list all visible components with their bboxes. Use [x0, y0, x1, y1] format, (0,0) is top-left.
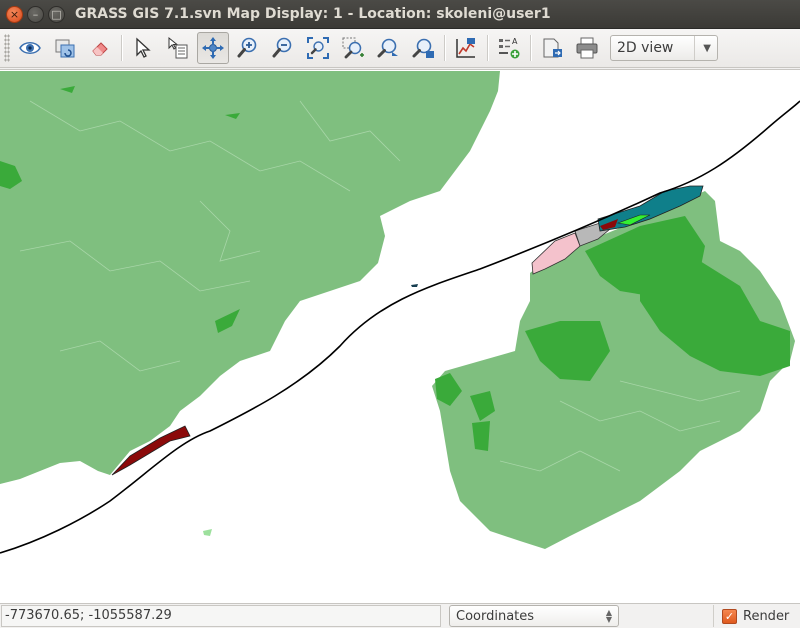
land-area-north	[0, 71, 500, 484]
pointer-icon	[136, 37, 151, 58]
render-map-button[interactable]	[49, 32, 81, 64]
map-canvas[interactable]	[0, 69, 800, 603]
zoom-back-icon	[377, 38, 398, 58]
map-toolbar: A 2D view ▼	[0, 29, 800, 68]
statusbar-mode-value: Coordinates	[456, 608, 535, 624]
view-mode-select[interactable]: 2D view ▼	[610, 35, 718, 61]
svg-text:A: A	[512, 37, 518, 46]
render-toggle[interactable]: ✓ Render	[713, 605, 789, 627]
save-image-button[interactable]	[536, 32, 568, 64]
chevron-down-icon: ▼	[694, 36, 711, 60]
zoom-out-icon	[272, 37, 292, 58]
toolbar-separator	[121, 35, 122, 61]
zoom-out-button[interactable]	[267, 32, 299, 64]
zoom-in-icon	[237, 37, 257, 58]
window-title: GRASS GIS 7.1.svn Map Display: 1 - Locat…	[75, 6, 551, 22]
coordinates-display: -773670.65; -1055587.29	[1, 605, 441, 627]
spin-arrows-icon: ▲ ▼	[605, 608, 612, 624]
analyze-button[interactable]	[450, 32, 482, 64]
pointer-button[interactable]	[127, 32, 159, 64]
query-button[interactable]	[162, 32, 194, 64]
zoom-region-icon	[342, 37, 364, 59]
render-label: Render	[743, 608, 790, 624]
display-map-button[interactable]	[14, 32, 46, 64]
status-bar: -773670.65; -1055587.29 Coordinates ▲ ▼ ✓…	[0, 603, 800, 628]
overlay-icon: A	[499, 37, 520, 59]
small-islet	[411, 284, 418, 287]
zoom-region-button[interactable]	[337, 32, 369, 64]
eye-icon	[19, 42, 41, 54]
printer-icon	[576, 37, 598, 59]
statusbar-mode-select[interactable]: Coordinates ▲ ▼	[449, 605, 619, 627]
land-patch	[203, 529, 212, 536]
analyze-icon	[456, 38, 475, 58]
toolbar-grip[interactable]	[4, 34, 10, 62]
zoom-extent-button[interactable]	[302, 32, 334, 64]
zoom-in-button[interactable]	[232, 32, 264, 64]
window-close-button[interactable]: ×	[6, 5, 23, 23]
pan-button[interactable]	[197, 32, 229, 64]
zoom-extent-icon	[307, 37, 329, 59]
view-mode-value: 2D view	[617, 40, 674, 56]
window-maximize-button[interactable]: □	[48, 5, 65, 23]
query-icon	[168, 36, 188, 59]
window-minimize-button[interactable]: –	[27, 5, 44, 23]
toolbar-separator	[444, 35, 445, 61]
map-graphic	[0, 71, 800, 554]
pan-icon	[202, 37, 224, 59]
overlay-button[interactable]: A	[493, 32, 525, 64]
zoom-back-button[interactable]	[372, 32, 404, 64]
print-button[interactable]	[571, 32, 603, 64]
save-image-icon	[543, 38, 562, 58]
render-map-icon	[55, 39, 75, 58]
render-checkbox[interactable]: ✓	[722, 608, 737, 624]
title-bar: × – □ GRASS GIS 7.1.svn Map Display: 1 -…	[0, 0, 800, 29]
zoom-menu-button[interactable]	[407, 32, 439, 64]
zoom-menu-icon	[412, 38, 434, 58]
toolbar-separator	[530, 35, 531, 61]
toolbar-separator	[487, 35, 488, 61]
erase-display-button[interactable]	[84, 32, 116, 64]
eraser-icon	[92, 42, 108, 56]
